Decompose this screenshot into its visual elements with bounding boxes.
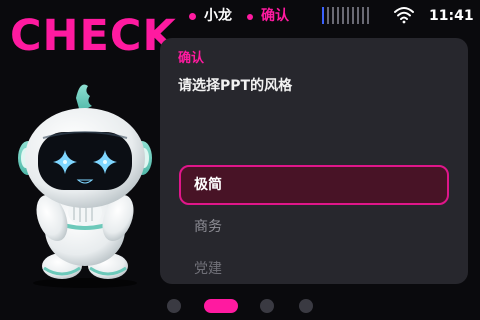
page-dot-3[interactable]	[260, 299, 274, 313]
mode-label: 确认	[261, 8, 289, 24]
dialog-title: 确认	[178, 51, 205, 66]
page-dot-1[interactable]	[167, 299, 181, 313]
robot-mascot-image	[18, 84, 152, 288]
confirm-dialog: 确认 请选择PPT的风格 极简 商务 党建	[160, 38, 468, 284]
clock-time: 11:41	[429, 8, 474, 24]
option-party-building[interactable]: 党建	[180, 249, 448, 284]
status-bar: 小龙 确认 11:41	[0, 4, 480, 28]
page-dot-4[interactable]	[299, 299, 313, 313]
option-minimal[interactable]: 极简	[179, 165, 449, 205]
wifi-icon	[394, 7, 414, 24]
option-business[interactable]: 商务	[180, 207, 448, 247]
assistant-status-dot	[189, 13, 196, 20]
page-dot-2-active[interactable]	[204, 299, 238, 313]
dialog-prompt: 请选择PPT的风格	[178, 78, 293, 94]
battery-icon	[322, 7, 369, 24]
assistant-name: 小龙	[204, 8, 232, 24]
mode-status-dot	[247, 14, 253, 20]
